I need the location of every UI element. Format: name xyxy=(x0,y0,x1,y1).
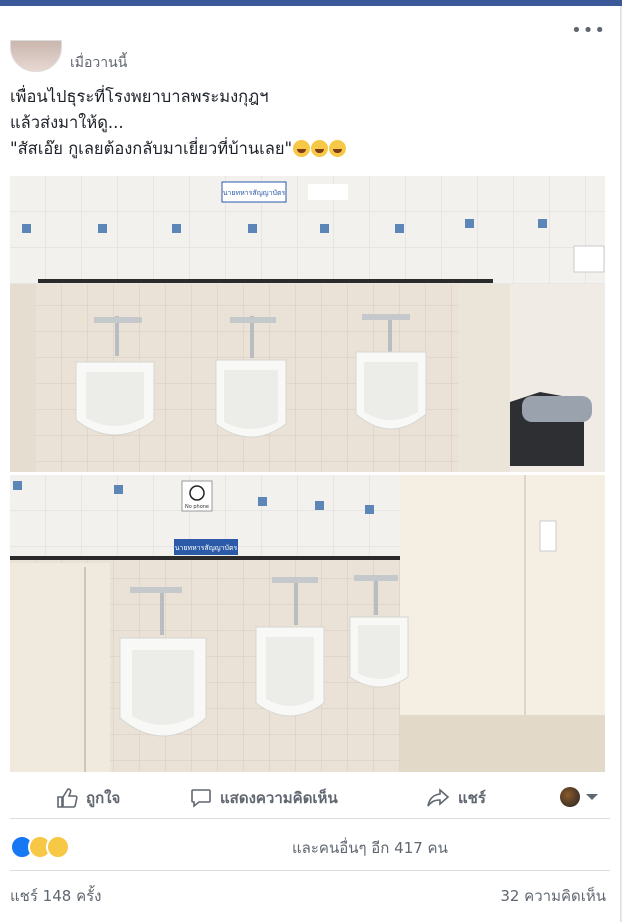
divider xyxy=(10,818,610,819)
post-photo-2[interactable]: No phone นายทหารสัญญาบัตร xyxy=(10,475,605,772)
post-line-1: เพื่อนไปธุระที่โรงพยาบาลพระมงกุฎฯ xyxy=(10,87,269,106)
more-options-icon[interactable]: ••• xyxy=(571,22,606,40)
like-button[interactable]: ถูกใจ xyxy=(56,786,120,810)
comment-button[interactable]: แสดงความคิดเห็น xyxy=(190,786,338,810)
reaction-count[interactable]: และคนอื่นๆ อีก 417 คน xyxy=(292,836,448,860)
sign-bottom: นายทหารสัญญาบัตร xyxy=(175,544,238,552)
divider xyxy=(10,870,610,871)
viewer-avatar[interactable] xyxy=(560,787,580,807)
sign-top: นายทหารสัญญาบัตร xyxy=(223,189,286,197)
share-label: แชร์ xyxy=(458,789,486,807)
post-line-3: "สัสเอ๊ย กูเลยต้องกลับมาเยี่ยวที่บ้านเลย… xyxy=(10,136,610,162)
restroom-photo-2: No phone นายทหารสัญญาบัตร xyxy=(10,475,605,772)
laughing-emoji-icon xyxy=(329,140,347,157)
chevron-down-icon[interactable] xyxy=(586,794,598,800)
comment-count[interactable]: 32 ความคิดเห็น xyxy=(500,884,606,908)
share-button[interactable]: แชร์ xyxy=(426,786,486,810)
laughing-emoji-icon xyxy=(311,140,329,157)
share-count[interactable]: แชร์ 148 ครั้ง xyxy=(10,884,102,908)
comment-label: แสดงความคิดเห็น xyxy=(220,789,338,807)
wow-reaction-icon xyxy=(46,835,70,859)
post-line-3-text: "สัสเอ๊ย กูเลยต้องกลับมาเยี่ยวที่บ้านเลย… xyxy=(10,139,293,158)
post-action-bar: ถูกใจ แสดงความคิดเห็น แชร์ xyxy=(0,778,620,818)
sign-no-phone: No phone xyxy=(185,504,209,510)
post-photo-1[interactable]: นายทหารสัญญาบัตร xyxy=(10,176,605,472)
post-line-2: แล้วส่งมาให้ดู... xyxy=(10,113,124,132)
redacted-names xyxy=(76,824,288,870)
like-label: ถูกใจ xyxy=(86,789,121,807)
post-timestamp[interactable]: เมื่อวานนี้ xyxy=(70,52,127,74)
laughing-emoji-icon xyxy=(293,140,311,157)
share-arrow-icon xyxy=(427,788,450,807)
post-text: เพื่อนไปธุระที่โรงพยาบาลพระมงกุฎฯ แล้วส่… xyxy=(10,84,610,162)
thumbs-up-icon xyxy=(57,788,78,808)
comment-bubble-icon xyxy=(191,789,211,808)
restroom-photo-1: นายทหารสัญญาบัตร xyxy=(10,176,605,472)
